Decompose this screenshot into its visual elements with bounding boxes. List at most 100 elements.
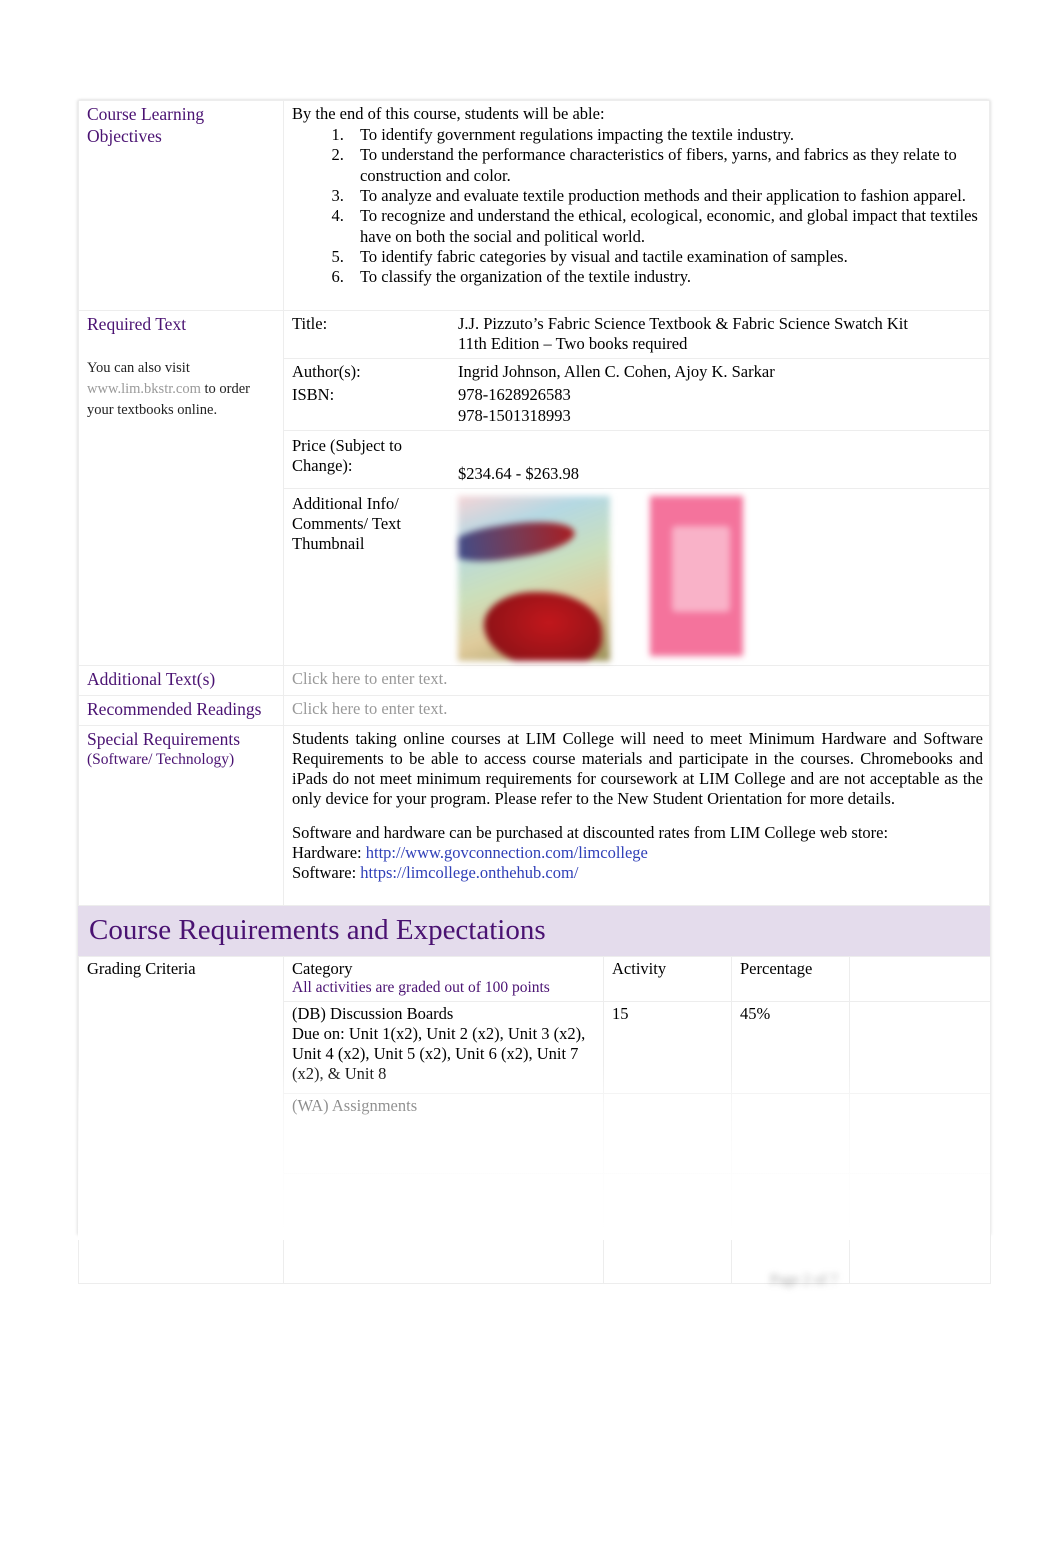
title-value-line2: 11th Edition – Two books required — [458, 334, 688, 354]
table-row-additional-text: Additional Text(s) Click here to enter t… — [78, 664, 990, 696]
cell-spacer — [849, 1234, 991, 1284]
course-learning-objectives-label: Course Learning Objectives — [87, 104, 205, 146]
hardware-label: Hardware: — [292, 843, 362, 863]
list-item: To understand the performance characteri… — [348, 145, 983, 186]
required-text-thumbnail-row: Additional Info/ Comments/ Text Thumbnai… — [284, 487, 989, 665]
list-item: To recognize and understand the ethical,… — [348, 206, 983, 247]
cell-category: (WA) Assignments — [283, 1092, 604, 1174]
cell-category: (DB) Discussion Boards Due on: Unit 1(x2… — [283, 1000, 604, 1094]
cell-percentage — [731, 1172, 850, 1236]
column-header-spacer — [849, 955, 991, 1002]
table-row-special-requirements: Special Requirements (Software/ Technolo… — [78, 724, 990, 906]
additional-text-content: Click here to enter text. — [283, 664, 990, 696]
objectives-intro: By the end of this course, students will… — [292, 104, 605, 123]
column-header-category: Category All activities are graded out o… — [283, 955, 604, 1002]
textbook-cover-thumbnail — [458, 495, 610, 661]
required-text-authors-row: Author(s): Ingrid Johnson, Allen C. Cohe… — [284, 358, 989, 384]
special-requirements-sublabel: (Software/ Technology) — [87, 751, 235, 769]
isbn-value-1: 978-1628926583 — [458, 385, 571, 405]
list-item: To analyze and evaluate textile producti… — [348, 186, 983, 206]
recommended-readings-placeholder[interactable]: Click here to enter text. — [292, 699, 447, 718]
special-requirements-label: Special Requirements — [87, 728, 241, 749]
grading-criteria-label: Grading Criteria — [87, 958, 196, 978]
title-value: J.J. Pizzuto’s Fabric Science Textbook &… — [458, 314, 983, 354]
syllabus-table: Course Learning Objectives By the end of… — [78, 100, 990, 906]
software-label: Software: — [292, 863, 357, 883]
isbn-key: ISBN: — [292, 385, 335, 405]
hardware-line: Hardware: http://www.govconnection.com/l… — [292, 843, 983, 863]
table-header-row: Grading Criteria Category All activities… — [78, 955, 991, 1284]
bookstore-link[interactable]: www.lim.bkstr.com — [87, 381, 201, 397]
authors-value: Ingrid Johnson, Allen C. Cohen, Ajoy K. … — [458, 362, 775, 382]
title-key: Title: — [292, 314, 328, 333]
objectives-list: To identify government regulations impac… — [292, 125, 983, 287]
row-label-cell: Additional Text(s) — [78, 664, 284, 696]
software-link[interactable]: https://limcollege.onthehub.com/ — [360, 863, 578, 882]
thumbnail-images — [458, 494, 983, 661]
document-page: Course Learning Objectives By the end of… — [0, 0, 1062, 1561]
bookstore-note-before: You can also visit — [87, 359, 190, 376]
category-detail: Due on: Unit 1(x2), Unit 2 (x2), Unit 3 … — [292, 1024, 586, 1084]
row-label-cell: Special Requirements (Software/ Technolo… — [78, 724, 284, 906]
table-row-required-text: Required Text You can also visit www.lim… — [78, 310, 990, 666]
thumbnail-key: Additional Info/ Comments/ Text Thumbnai… — [292, 493, 401, 553]
cell-activity — [603, 1234, 732, 1284]
title-value-line1: J.J. Pizzuto’s Fabric Science Textbook &… — [458, 314, 908, 333]
additional-text-label: Additional Text(s) — [87, 668, 216, 689]
required-text-label: Required Text — [87, 314, 187, 334]
special-requirements-paragraph: Students taking online courses at LIM Co… — [292, 728, 983, 808]
special-requirements-content: Students taking online courses at LIM Co… — [283, 724, 990, 906]
cell-spacer — [849, 1172, 991, 1236]
document-sheet: Course Learning Objectives By the end of… — [78, 100, 991, 1284]
required-text-price-row: Price (Subject to Change): $234.64 - $26… — [284, 429, 989, 488]
list-item: To classify the organization of the text… — [348, 267, 983, 287]
list-item: To identify fabric categories by visual … — [348, 247, 983, 267]
cell-activity: 15 — [603, 1000, 732, 1094]
price-key: Price (Subject to Change): — [292, 435, 402, 475]
thumbnail-gallery — [458, 494, 983, 661]
page-number-footer: Page 2 of 7 — [770, 1272, 838, 1288]
authors-key: Author(s): — [292, 362, 361, 382]
required-text-content: Title: J.J. Pizzuto’s Fabric Science Tex… — [283, 310, 990, 666]
grading-note: All activities are graded out of 100 poi… — [292, 978, 550, 996]
column-header-activity: Activity — [603, 955, 732, 1002]
swatch-kit-cover-thumbnail — [650, 495, 743, 656]
grading-criteria-label-cell: Grading Criteria — [78, 955, 284, 1284]
cell-activity — [603, 1172, 732, 1236]
learning-objectives-content: By the end of this course, students will… — [283, 100, 990, 311]
table-row-recommended-readings: Recommended Readings Click here to enter… — [78, 694, 990, 726]
required-text-isbn-row: ISBN: 978-1628926583 978-1501318993 — [284, 384, 989, 429]
category-detail-obscured — [292, 1116, 597, 1136]
category-name: (WA) Assignments — [292, 1095, 418, 1115]
cell-spacer — [849, 1092, 991, 1174]
cell-category — [283, 1172, 604, 1236]
bookstore-note: You can also visit www.lim.bkstr.com to … — [87, 358, 277, 421]
cell-percentage — [731, 1092, 850, 1174]
recommended-readings-label: Recommended Readings — [87, 698, 262, 719]
price-value: $234.64 - $263.98 — [458, 436, 983, 484]
cell-spacer — [849, 1000, 991, 1094]
recommended-readings-content: Click here to enter text. — [283, 694, 990, 726]
row-label-cell: Course Learning Objectives — [78, 100, 284, 311]
row-label-cell: Recommended Readings — [78, 694, 284, 726]
software-line: Software: https://limcollege.onthehub.co… — [292, 863, 983, 883]
column-header-percentage: Percentage — [731, 955, 850, 1002]
cell-category — [283, 1234, 604, 1284]
grading-criteria-table: Grading Criteria Category All activities… — [78, 955, 991, 1284]
additional-text-placeholder[interactable]: Click here to enter text. — [292, 669, 447, 688]
table-row-learning-objectives: Course Learning Objectives By the end of… — [78, 100, 990, 311]
hardware-link[interactable]: http://www.govconnection.com/limcollege — [366, 843, 648, 862]
isbn-value: 978-1628926583 978-1501318993 — [458, 385, 983, 425]
course-requirements-banner: Course Requirements and Expectations — [78, 905, 990, 956]
required-text-title-row: Title: J.J. Pizzuto’s Fabric Science Tex… — [284, 311, 989, 358]
cell-percentage: 45% — [731, 1000, 850, 1094]
price-value-text: $234.64 - $263.98 — [458, 463, 579, 483]
row-label-cell: Required Text You can also visit www.lim… — [78, 310, 284, 666]
list-item: To identify government regulations impac… — [348, 125, 983, 145]
cell-activity — [603, 1092, 732, 1174]
category-name: (DB) Discussion Boards — [292, 1003, 454, 1023]
page-title: Course Requirements and Expectations — [89, 913, 546, 946]
column-header-category-text: Category — [292, 958, 353, 978]
purchase-line: Software and hardware can be purchased a… — [292, 823, 889, 842]
isbn-value-2: 978-1501318993 — [458, 405, 571, 425]
